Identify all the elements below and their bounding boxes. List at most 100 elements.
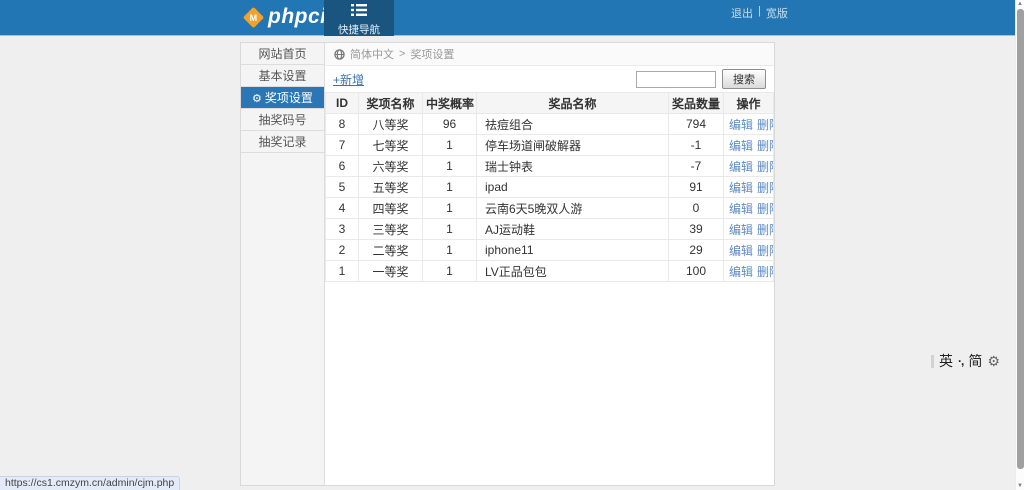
cell-operations: 编辑删除 bbox=[724, 156, 774, 177]
cell-name: ipad bbox=[477, 177, 669, 198]
delete-link[interactable]: 删除 bbox=[757, 181, 773, 195]
breadcrumb-separator: > bbox=[399, 48, 405, 60]
add-new-link[interactable]: +新增 bbox=[333, 71, 364, 88]
brand-mark: M bbox=[250, 12, 258, 22]
edit-link[interactable]: 编辑 bbox=[729, 223, 753, 237]
edit-link[interactable]: 编辑 bbox=[729, 265, 753, 279]
cell-probability: 1 bbox=[423, 261, 477, 282]
ime-punctuation-toggle[interactable]: ·, bbox=[958, 354, 963, 368]
header-links-separator: | bbox=[758, 5, 761, 21]
delete-link[interactable]: 删除 bbox=[757, 202, 773, 216]
brand-name: phpci bbox=[268, 5, 327, 29]
top-header-bar: M phpci 快捷导航 退出 | 宽版 bbox=[0, 0, 1015, 36]
cell-id: 1 bbox=[326, 261, 359, 282]
table-row: 3 三等奖 1 AJ运动鞋 39 编辑删除 bbox=[326, 219, 774, 240]
cell-operations: 编辑删除 bbox=[724, 177, 774, 198]
sidebar-item-lottery-records[interactable]: 抽奖记录 bbox=[241, 131, 324, 153]
gear-icon: ⚙ bbox=[252, 93, 262, 105]
cell-operations: 编辑删除 bbox=[724, 114, 774, 135]
column-header-prize-level: 奖项名称 bbox=[359, 93, 423, 114]
breadcrumb-language[interactable]: 简体中文 bbox=[350, 46, 394, 62]
cell-probability: 1 bbox=[423, 135, 477, 156]
brand-diamond-icon: M bbox=[243, 6, 264, 27]
ime-charset-toggle[interactable]: 简 bbox=[968, 351, 982, 371]
cell-probability: 1 bbox=[423, 198, 477, 219]
cell-operations: 编辑删除 bbox=[724, 240, 774, 261]
scroll-down-arrow-icon[interactable]: ▼ bbox=[1016, 483, 1024, 489]
sidebar-item-lottery-codes[interactable]: 抽奖码号 bbox=[241, 109, 324, 131]
breadcrumb: 简体中文 > 奖项设置 bbox=[325, 43, 774, 66]
cell-probability: 1 bbox=[423, 219, 477, 240]
search-input[interactable] bbox=[636, 71, 716, 88]
content-area: 简体中文 > 奖项设置 +新增 搜索 ID 奖项名称 中奖概率 奖品名称 奖品数 bbox=[325, 43, 774, 485]
header-links: 退出 | 宽版 bbox=[731, 5, 788, 21]
cell-name: AJ运动鞋 bbox=[477, 219, 669, 240]
scrollbar-thumb[interactable] bbox=[1017, 9, 1024, 469]
cell-probability: 1 bbox=[423, 240, 477, 261]
sidebar-item-basic-settings[interactable]: 基本设置 bbox=[241, 65, 324, 87]
cell-name: 停车场道闸破解器 bbox=[477, 135, 669, 156]
vertical-scrollbar[interactable]: ▲ ▼ bbox=[1015, 0, 1024, 490]
delete-link[interactable]: 删除 bbox=[757, 139, 773, 153]
prize-table: ID 奖项名称 中奖概率 奖品名称 奖品数量 操作 8 八等奖 96 祛痘组合 … bbox=[325, 92, 774, 282]
column-header-operations: 操作 bbox=[724, 93, 774, 114]
delete-link[interactable]: 删除 bbox=[757, 118, 773, 132]
cell-quantity: 39 bbox=[669, 219, 724, 240]
table-row: 5 五等奖 1 ipad 91 编辑删除 bbox=[326, 177, 774, 198]
prize-table-body: 8 八等奖 96 祛痘组合 794 编辑删除 7 七等奖 1 停车场道闸破解器 … bbox=[326, 114, 774, 282]
cell-name: 云南6天5晚双人游 bbox=[477, 198, 669, 219]
cell-id: 7 bbox=[326, 135, 359, 156]
edit-link[interactable]: 编辑 bbox=[729, 202, 753, 216]
cell-id: 8 bbox=[326, 114, 359, 135]
cell-quantity: 29 bbox=[669, 240, 724, 261]
edit-link[interactable]: 编辑 bbox=[729, 244, 753, 258]
cell-level: 七等奖 bbox=[359, 135, 423, 156]
column-header-quantity: 奖品数量 bbox=[669, 93, 724, 114]
cell-level: 四等奖 bbox=[359, 198, 423, 219]
brand-logo[interactable]: M phpci bbox=[246, 5, 327, 29]
cell-level: 一等奖 bbox=[359, 261, 423, 282]
cell-quantity: 794 bbox=[669, 114, 724, 135]
status-url-bubble: https://cs1.cmzym.cn/admin/cjm.php bbox=[0, 476, 180, 490]
cell-level: 六等奖 bbox=[359, 156, 423, 177]
cell-level: 五等奖 bbox=[359, 177, 423, 198]
cell-operations: 编辑删除 bbox=[724, 219, 774, 240]
sidebar-item-label: 奖项设置 bbox=[265, 91, 313, 105]
cell-level: 二等奖 bbox=[359, 240, 423, 261]
cell-quantity: -1 bbox=[669, 135, 724, 156]
ime-language-toggle[interactable]: 英 bbox=[939, 351, 953, 371]
sidebar-item-prize-settings[interactable]: ⚙奖项设置 bbox=[241, 87, 324, 109]
table-row: 2 二等奖 1 iphone11 29 编辑删除 bbox=[326, 240, 774, 261]
edit-link[interactable]: 编辑 bbox=[729, 139, 753, 153]
edit-link[interactable]: 编辑 bbox=[729, 160, 753, 174]
cell-level: 八等奖 bbox=[359, 114, 423, 135]
cell-name: LV正品包包 bbox=[477, 261, 669, 282]
search-button[interactable]: 搜索 bbox=[722, 69, 766, 89]
cell-operations: 编辑删除 bbox=[724, 261, 774, 282]
delete-link[interactable]: 删除 bbox=[757, 223, 773, 237]
delete-link[interactable]: 删除 bbox=[757, 160, 773, 174]
ime-indicator: 英 ·, 简 ⚙ bbox=[931, 351, 1000, 371]
table-row: 4 四等奖 1 云南6天5晚双人游 0 编辑删除 bbox=[326, 198, 774, 219]
table-toolbar: +新增 搜索 bbox=[325, 66, 774, 92]
ime-drag-handle[interactable] bbox=[931, 355, 934, 368]
edit-link[interactable]: 编辑 bbox=[729, 181, 753, 195]
cell-quantity: -7 bbox=[669, 156, 724, 177]
cell-quantity: 0 bbox=[669, 198, 724, 219]
column-header-probability: 中奖概率 bbox=[423, 93, 477, 114]
sidebar-item-site-home[interactable]: 网站首页 bbox=[241, 43, 324, 65]
ime-settings-gear-icon[interactable]: ⚙ bbox=[987, 353, 1000, 370]
sidebar-menu: 网站首页 基本设置 ⚙奖项设置 抽奖码号 抽奖记录 bbox=[241, 43, 325, 485]
delete-link[interactable]: 删除 bbox=[757, 265, 773, 279]
edit-link[interactable]: 编辑 bbox=[729, 118, 753, 132]
quick-nav-tab[interactable]: 快捷导航 bbox=[324, 0, 394, 36]
globe-icon bbox=[334, 49, 345, 60]
wide-mode-link[interactable]: 宽版 bbox=[766, 5, 788, 21]
delete-link[interactable]: 删除 bbox=[757, 244, 773, 258]
cell-quantity: 100 bbox=[669, 261, 724, 282]
logout-link[interactable]: 退出 bbox=[731, 5, 753, 21]
cell-operations: 编辑删除 bbox=[724, 198, 774, 219]
scroll-up-arrow-icon[interactable]: ▲ bbox=[1016, 1, 1024, 7]
cell-name: 祛痘组合 bbox=[477, 114, 669, 135]
cell-probability: 1 bbox=[423, 156, 477, 177]
